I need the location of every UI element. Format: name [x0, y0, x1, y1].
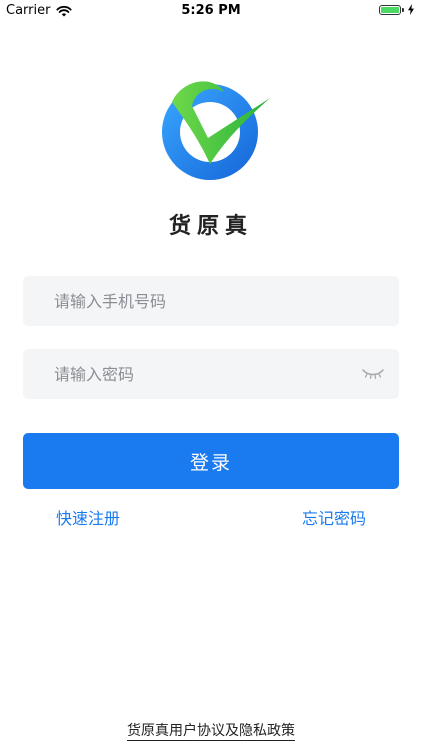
battery-icon	[379, 4, 401, 15]
register-link[interactable]: 快速注册	[56, 505, 120, 529]
charging-bolt-icon	[408, 4, 414, 15]
status-bar: Carrier 5:26 PM	[0, 0, 422, 22]
policy-footer: 货原真用户协议及隐私政策	[0, 720, 422, 741]
check-circle-logo-icon	[162, 81, 270, 180]
login-screen: Carrier 5:26 PM 货原真 请输入手机号码 登录 快速注册 忘记密码…	[0, 0, 422, 750]
password-field	[23, 349, 399, 399]
forgot-password-link[interactable]: 忘记密码	[302, 505, 366, 529]
eye-closed-icon[interactable]	[361, 367, 385, 379]
login-button[interactable]: 登录	[23, 433, 399, 489]
status-time: 5:26 PM	[181, 3, 241, 18]
battery-indicator	[379, 4, 414, 15]
battery-cap	[402, 7, 404, 12]
policy-link[interactable]: 货原真用户协议及隐私政策	[127, 723, 295, 741]
phone-field	[23, 276, 399, 326]
app-name: 货原真	[168, 213, 253, 239]
password-input[interactable]	[23, 349, 399, 399]
battery-fill	[381, 6, 399, 13]
phone-input[interactable]	[23, 276, 399, 326]
